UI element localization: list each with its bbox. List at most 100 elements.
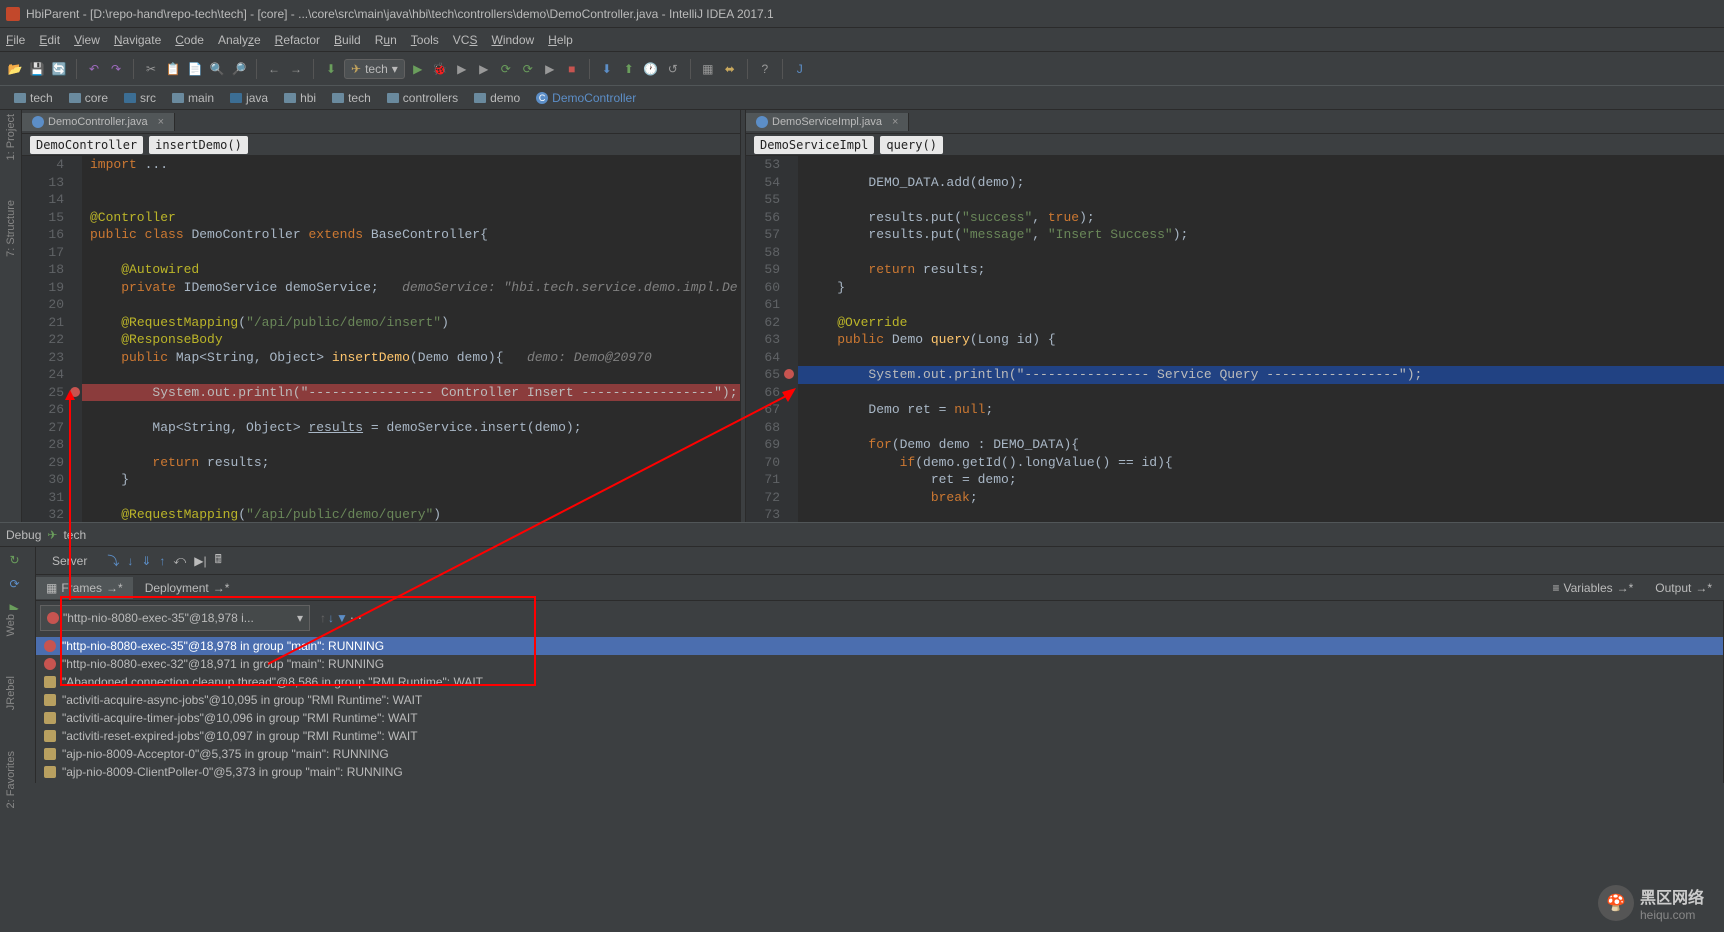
sd-icon[interactable]: ⬌ <box>721 60 739 78</box>
undo-icon[interactable]: ↶ <box>85 60 103 78</box>
menu-help[interactable]: Help <box>548 33 573 47</box>
close-tab-icon[interactable]: × <box>158 116 164 128</box>
thread-item[interactable]: "Abandoned connection cleanup thread"@8,… <box>36 673 1723 691</box>
drop-frame-icon[interactable]: ⤺ <box>173 553 186 568</box>
coverage-icon[interactable]: ▶ <box>453 60 471 78</box>
crumb-tech2[interactable]: tech <box>324 89 379 107</box>
menu-refactor[interactable]: Refactor <box>275 33 320 47</box>
jrebel-run-icon[interactable]: ⟳ <box>497 60 515 78</box>
save-icon[interactable]: 💾 <box>28 60 46 78</box>
menu-file[interactable]: File <box>6 33 25 47</box>
tool-project[interactable]: 1: Project <box>5 114 17 160</box>
thread-item[interactable]: "activiti-acquire-async-jobs"@10,095 in … <box>36 691 1723 709</box>
vcs-update-icon[interactable]: ⬇ <box>598 60 616 78</box>
tool-structure[interactable]: 7: Structure <box>5 200 17 257</box>
thread-item[interactable]: "http-nio-8080-exec-35"@18,978 in group … <box>36 637 1723 655</box>
tool-jrebel[interactable]: JRebel <box>5 676 17 710</box>
editor-crumb-method[interactable]: insertDemo() <box>149 136 248 154</box>
profile-icon[interactable]: ▶ <box>475 60 493 78</box>
replace-icon[interactable]: 🔎 <box>230 60 248 78</box>
jrebel-debug-icon[interactable]: ⟳ <box>519 60 537 78</box>
left-tool-strip: 1: Project 7: Structure <box>0 110 22 522</box>
vcs-history-icon[interactable]: 🕐 <box>642 60 660 78</box>
left-editor: DemoController.java × DemoController ins… <box>22 110 740 522</box>
refresh-icon[interactable]: ⟳ <box>10 577 26 593</box>
paste-icon[interactable]: 📄 <box>186 60 204 78</box>
help-icon[interactable]: ? <box>756 60 774 78</box>
force-step-icon[interactable]: ⇓ <box>141 554 151 568</box>
vcs-revert-icon[interactable]: ↺ <box>664 60 682 78</box>
vcs-commit-icon[interactable]: ⬆ <box>620 60 638 78</box>
menu-navigate[interactable]: Navigate <box>114 33 161 47</box>
rerun-icon[interactable]: ↻ <box>10 553 26 569</box>
left-gutter[interactable]: 4131415161718192021222324252627282930313… <box>22 156 82 522</box>
thread-item[interactable]: "ajp-nio-8009-ClientPoller-0"@5,373 in g… <box>36 763 1723 781</box>
structure-icon[interactable]: ▦ <box>699 60 717 78</box>
evaluate-icon[interactable]: 🖩 <box>215 550 222 571</box>
thread-dropdown[interactable]: "http-nio-8080-exec-35"@18,978 i... ▾ <box>40 605 310 631</box>
run-configuration-dropdown[interactable]: ✈ tech ▾ <box>344 59 405 79</box>
cut-icon[interactable]: ✂ <box>142 60 160 78</box>
deployment-tab[interactable]: Deployment→* <box>135 577 240 599</box>
editor-crumb-method[interactable]: query() <box>880 136 943 154</box>
find-icon[interactable]: 🔍 <box>208 60 226 78</box>
menu-window[interactable]: Window <box>491 33 534 47</box>
menu-view[interactable]: View <box>74 33 100 47</box>
forward-icon[interactable]: → <box>287 60 305 78</box>
step-out-icon[interactable]: ↑ <box>159 554 165 568</box>
jr-icon[interactable]: J <box>791 60 809 78</box>
debug-label[interactable]: Debug <box>6 528 41 542</box>
left-code[interactable]: import ...@Controllerpublic class DemoCo… <box>82 156 740 522</box>
menu-build[interactable]: Build <box>334 33 361 47</box>
thread-item[interactable]: "activiti-acquire-timer-jobs"@10,096 in … <box>36 709 1723 727</box>
thread-item[interactable]: "ajp-nio-8009-Acceptor-0"@5,375 in group… <box>36 745 1723 763</box>
open-icon[interactable]: 📂 <box>6 60 24 78</box>
crumb-controllers[interactable]: controllers <box>379 89 466 107</box>
crumb-tech[interactable]: tech <box>6 89 61 107</box>
menu-run[interactable]: Run <box>375 33 397 47</box>
redo-icon[interactable]: ↷ <box>107 60 125 78</box>
run-to-cursor-icon[interactable]: ▶| <box>194 554 206 568</box>
step-over-icon[interactable]: ⤵ <box>107 552 119 569</box>
right-gutter[interactable]: 5354555657585960616263646566676869707172… <box>746 156 798 522</box>
tool-favorites[interactable]: 2: Favorites <box>5 751 17 808</box>
thread-item[interactable]: "activiti-reset-expired-jobs"@10,097 in … <box>36 727 1723 745</box>
tab-democontroller[interactable]: DemoController.java × <box>22 113 175 131</box>
editor-crumb-class[interactable]: DemoController <box>30 136 143 154</box>
prev-frame-icon[interactable]: ↑ <box>320 611 326 625</box>
step-into-icon[interactable]: ↓ <box>127 554 133 568</box>
crumb-demo[interactable]: demo <box>466 89 528 107</box>
right-code[interactable]: DEMO_DATA.add(demo); results.put("succes… <box>798 156 1724 522</box>
server-tab[interactable]: Server <box>42 550 97 572</box>
crumb-java[interactable]: java <box>222 89 276 107</box>
crumb-src[interactable]: src <box>116 89 164 107</box>
menu-edit[interactable]: Edit <box>39 33 60 47</box>
stop-icon[interactable]: ■ <box>563 60 581 78</box>
editor-crumb-class[interactable]: DemoServiceImpl <box>754 136 874 154</box>
run-icon[interactable]: ▶ <box>409 60 427 78</box>
tool-web[interactable]: Web <box>5 614 17 636</box>
tab-demoserviceimpl[interactable]: DemoServiceImpl.java × <box>746 113 909 131</box>
filter-icon[interactable]: ▼ <box>336 611 348 625</box>
next-frame-icon[interactable]: ↓ <box>328 611 334 625</box>
back-icon[interactable]: ← <box>265 60 283 78</box>
crumb-class[interactable]: CDemoController <box>528 89 644 107</box>
crumb-hbi[interactable]: hbi <box>276 89 324 107</box>
menu-code[interactable]: Code <box>175 33 204 47</box>
output-tab[interactable]: Output→* <box>1645 577 1722 599</box>
thread-item[interactable]: "http-nio-8080-exec-32"@18,971 in group … <box>36 655 1723 673</box>
sync-icon[interactable]: 🔄 <box>50 60 68 78</box>
variables-tab[interactable]: ≡Variables→* <box>1542 577 1643 599</box>
menu-analyze[interactable]: Analyze <box>218 33 261 47</box>
menu-vcs[interactable]: VCS <box>453 33 478 47</box>
more-icon[interactable]: ⋯ <box>350 611 362 625</box>
attach-icon[interactable]: ▶ <box>541 60 559 78</box>
build-icon[interactable]: ⬇ <box>322 60 340 78</box>
debug-icon[interactable]: 🐞 <box>431 60 449 78</box>
crumb-main[interactable]: main <box>164 89 222 107</box>
frames-tab[interactable]: ▦Frames→* <box>36 577 133 599</box>
copy-icon[interactable]: 📋 <box>164 60 182 78</box>
close-tab-icon[interactable]: × <box>892 116 898 128</box>
crumb-core[interactable]: core <box>61 89 116 107</box>
menu-tools[interactable]: Tools <box>411 33 439 47</box>
